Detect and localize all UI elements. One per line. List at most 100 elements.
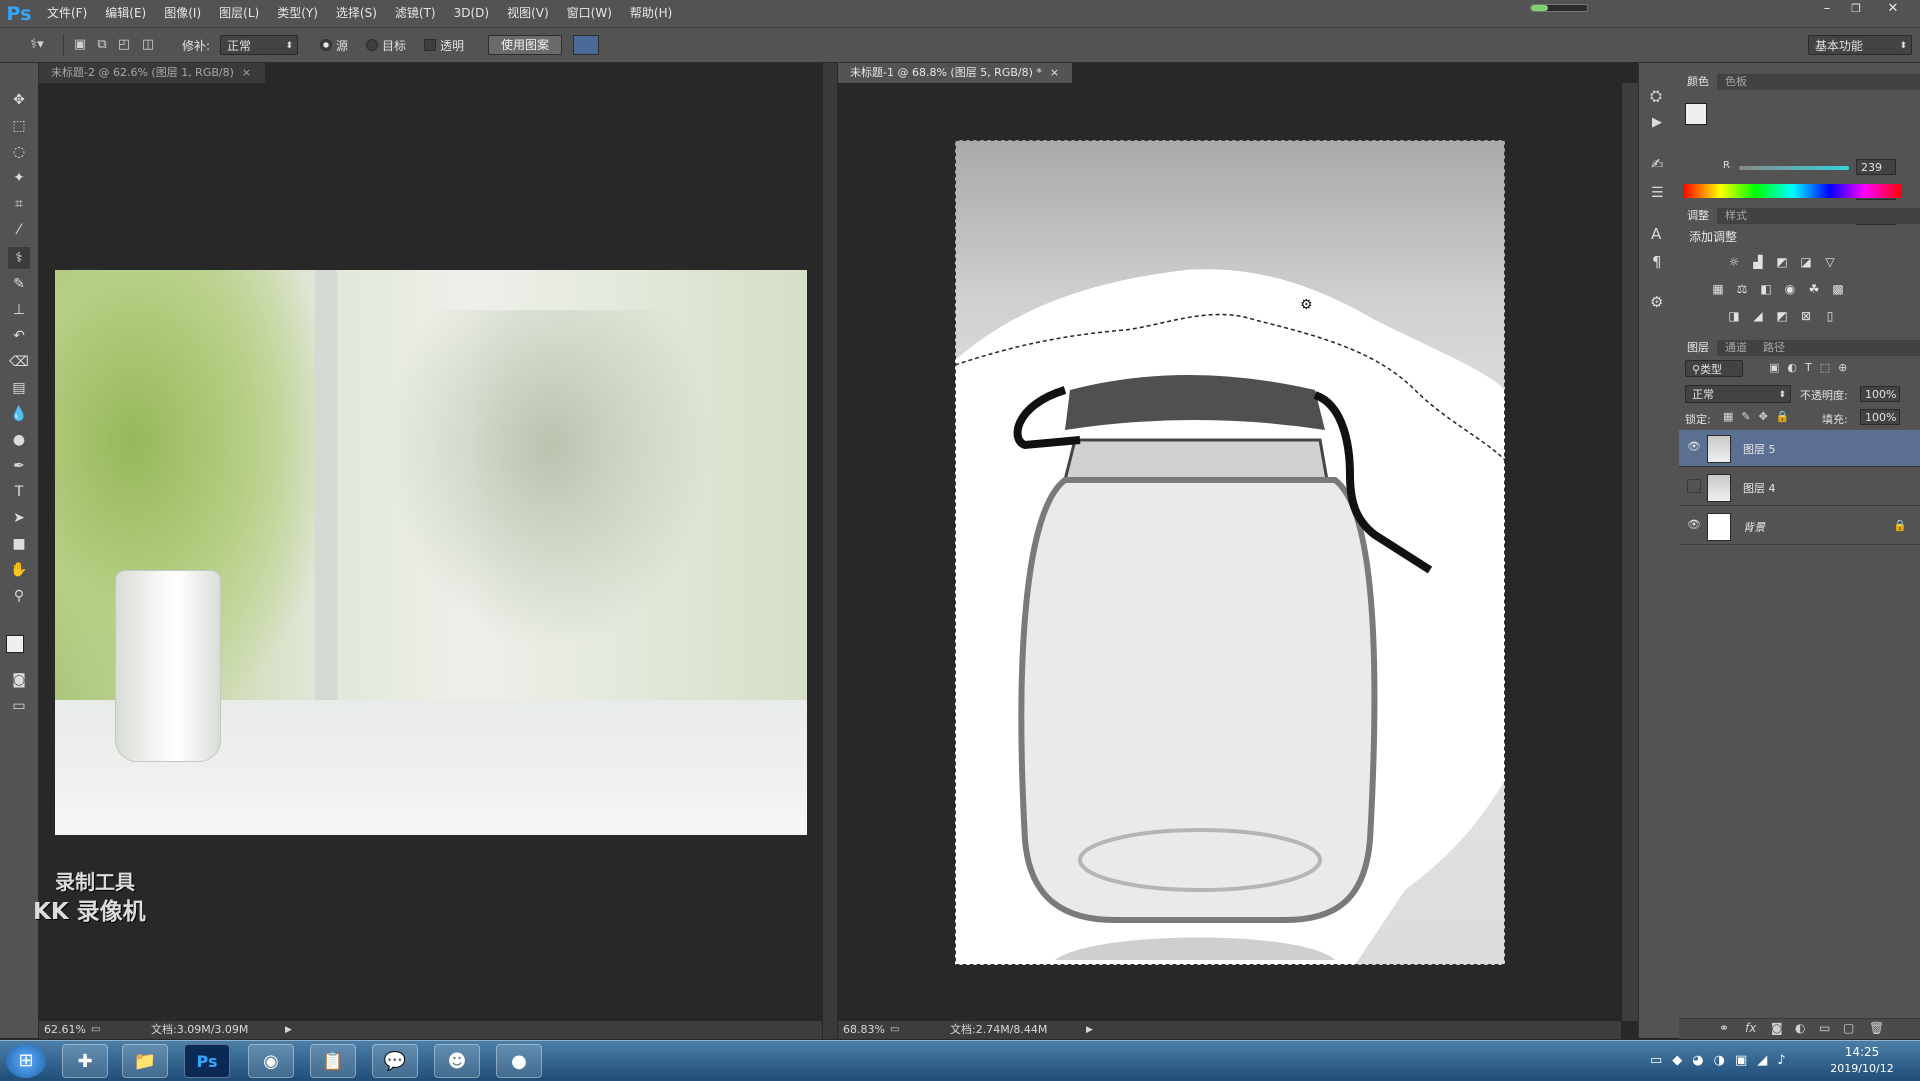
new-layer-icon[interactable]: ▢ [1843,1021,1854,1035]
lock-icons[interactable]: ▦✎✥🔒 [1723,410,1798,423]
link-icon[interactable]: ⚭ [1719,1021,1729,1035]
workspace-dropdown[interactable]: 基本功能 ⬍ [1808,35,1912,55]
lasso-tool-icon[interactable]: ◌ [8,141,30,163]
color-lookup-icon[interactable]: ▩ [1829,282,1847,296]
layer-name[interactable]: 图层 5 [1743,441,1776,457]
color-ramp[interactable] [1683,184,1902,198]
use-pattern-button[interactable]: 使用图案 [488,35,562,55]
layer-thumbnail[interactable] [1707,474,1731,502]
brush-preset-icon[interactable]: ✍ [1651,155,1664,173]
layer-thumbnail[interactable] [1707,435,1731,463]
menu-item[interactable]: 滤镜(T) [386,0,445,27]
layer-row[interactable]: 👁 背景 🔒 [1679,508,1920,545]
layer-row[interactable]: 图层 4 [1679,469,1920,506]
stamp-tool-icon[interactable]: ⊥ [8,299,30,321]
mask-icon[interactable]: ◙ [1771,1021,1783,1035]
brush-tool-icon[interactable]: ✎ [8,273,30,295]
menu-item[interactable]: 编辑(E) [96,0,155,27]
photoshop-taskbar-icon[interactable]: Ps [184,1044,230,1078]
document-tab-1[interactable]: 未标题-2 @ 62.6% (图层 1, RGB/8) × [39,63,265,83]
properties-icon[interactable]: ⚙ [1650,293,1663,311]
adjustment-layer-icon[interactable]: ◐ [1795,1021,1805,1035]
play-icon[interactable]: ▶ [285,1021,292,1039]
transparent-checkbox[interactable] [424,39,436,51]
black-white-icon[interactable]: ◧ [1757,282,1775,296]
history-brush-tool-icon[interactable]: ↶ [8,325,30,347]
curves-icon[interactable]: ◩ [1773,255,1791,269]
hue-saturation-icon[interactable]: ▦ [1709,282,1727,296]
foreground-color-swatch[interactable] [6,635,24,653]
quick-mask-icon[interactable]: ◙ [8,669,30,691]
windows-start-icon[interactable]: ⊞ [6,1044,46,1078]
zoom-level[interactable]: 62.61% [44,1021,86,1039]
tab-adjustments[interactable]: 调整 [1679,208,1717,224]
menu-item[interactable]: 视图(V) [498,0,558,27]
gradient-map-icon[interactable]: ▯ [1821,309,1839,323]
menu-item[interactable]: 帮助(H) [621,0,681,27]
menu-item[interactable]: 图层(L) [210,0,268,27]
menu-item[interactable]: 窗口(W) [558,0,621,27]
target-radio[interactable] [366,39,378,51]
vibrance-icon[interactable]: ▽ [1821,255,1839,269]
pen-tool-icon[interactable]: ✒ [8,455,30,477]
eyedropper-tool-icon[interactable]: ⁄ [8,219,30,241]
opacity-input[interactable]: 100% [1860,386,1900,402]
layer-name[interactable]: 背景 [1743,519,1765,535]
selective-color-icon[interactable]: ⊠ [1797,309,1815,323]
layer-kind-filter[interactable]: ⚲类型 [1685,360,1743,377]
eraser-tool-icon[interactable]: ⌫ [8,351,30,373]
layer-thumbnail[interactable] [1707,513,1731,541]
clock-date[interactable]: 2019/10/12 [1822,1062,1902,1075]
menu-item[interactable]: 选择(S) [327,0,386,27]
color-balance-icon[interactable]: ⚖ [1733,282,1751,296]
tab-paths[interactable]: 路径 [1755,340,1793,356]
actions-play-icon[interactable]: ▶ [1652,115,1662,130]
channel-value-input[interactable]: 239 [1856,159,1896,175]
new-selection-icon[interactable]: ▣ [72,37,88,53]
restore-button[interactable]: ❐ [1843,0,1869,18]
dodge-tool-icon[interactable]: ● [8,429,30,451]
close-icon[interactable]: × [1050,66,1059,79]
pattern-picker[interactable] [573,35,599,55]
menu-item[interactable]: 图像(I) [155,0,210,27]
close-icon[interactable]: × [242,66,251,79]
fill-input[interactable]: 100% [1860,409,1900,425]
brightness-icon[interactable]: ☼ [1725,255,1743,269]
menu-item[interactable]: 文件(F) [38,0,96,27]
source-radio[interactable] [320,39,332,51]
minimize-button[interactable]: – [1814,0,1840,18]
fx-icon[interactable]: fx [1745,1021,1756,1035]
screen-mode-icon[interactable]: ▭ [8,695,30,717]
notes-icon[interactable]: 📋 [310,1044,356,1078]
close-button[interactable]: ✕ [1880,0,1906,18]
marquee-tool-icon[interactable]: ⬚ [8,115,30,137]
visibility-eye-icon[interactable]: 👁 [1687,518,1701,532]
magic-wand-tool-icon[interactable]: ✦ [8,167,30,189]
recorder-app-icon[interactable]: ● [496,1044,542,1078]
tray-icons[interactable]: ▭◆◕◑▣◢♪ [1650,1053,1796,1068]
shape-tool-icon[interactable]: ■ [8,533,30,555]
channel-slider[interactable] [1739,166,1849,170]
threshold-icon[interactable]: ◩ [1773,309,1791,323]
gradient-tool-icon[interactable]: ▤ [8,377,30,399]
avatar-app-icon[interactable]: ☻ [434,1044,480,1078]
channel-mixer-icon[interactable]: ☘ [1805,282,1823,296]
levels-icon[interactable]: ▟ [1749,255,1767,269]
visibility-eye-icon[interactable]: 👁 [1687,440,1701,454]
layer-row[interactable]: 👁 图层 5 [1679,430,1920,467]
hand-tool-icon[interactable]: ✋ [8,559,30,581]
tool-preset-icon[interactable]: ☰ [1651,185,1664,201]
file-explorer-icon[interactable]: 📁 [122,1044,168,1078]
vertical-scrollbar[interactable] [1622,83,1638,1021]
history-icon[interactable]: ⛭ [1650,87,1662,105]
paragraph-icon[interactable]: ¶ [1652,253,1662,271]
menu-item[interactable]: 3D(D) [445,0,498,27]
move-tool-icon[interactable]: ✥ [8,89,30,111]
posterize-icon[interactable]: ◢ [1749,309,1767,323]
tab-styles[interactable]: 样式 [1717,208,1755,224]
invert-icon[interactable]: ◨ [1725,309,1743,323]
menu-item[interactable]: 类型(Y) [268,0,327,27]
tab-swatches[interactable]: 色板 [1717,74,1755,90]
canvas-image-jar[interactable]: ⚙ [955,140,1505,965]
tab-channels[interactable]: 通道 [1717,340,1755,356]
